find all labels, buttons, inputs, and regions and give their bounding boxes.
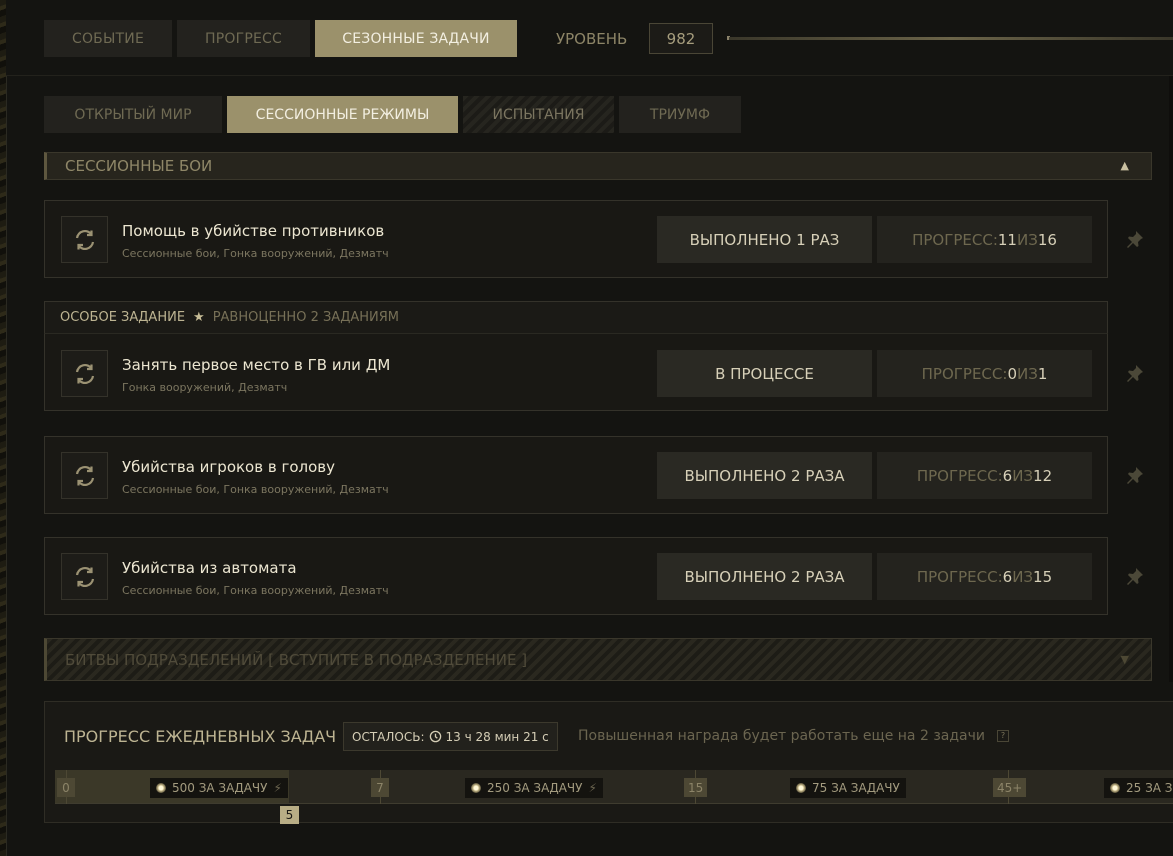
reward-label: 75 за задачу bbox=[812, 781, 900, 795]
task-card: Убийства из автомата Сессионные бои, Гон… bbox=[44, 537, 1108, 615]
special-task-label: Особое задание bbox=[60, 310, 186, 325]
level-progress-line bbox=[729, 37, 1173, 40]
track-baseline bbox=[55, 803, 1173, 804]
milestone-marker: 45+ bbox=[993, 778, 1027, 797]
coin-icon bbox=[1110, 783, 1120, 793]
refresh-icon[interactable] bbox=[61, 553, 108, 600]
milestone-marker: 0 bbox=[57, 778, 75, 797]
task-card: Убийства игроков в голову Сессионные бои… bbox=[44, 436, 1108, 514]
subtab-challenges[interactable]: Испытания bbox=[463, 96, 614, 133]
pin-icon[interactable] bbox=[1125, 465, 1145, 485]
star-icon: ★ bbox=[193, 310, 205, 325]
task-progress: Прогресс: 11 из 16 bbox=[877, 216, 1092, 263]
task-name: Помощь в убийстве противников bbox=[122, 222, 385, 240]
milestone-marker: 15 bbox=[684, 778, 708, 797]
help-icon[interactable]: ? bbox=[996, 730, 1009, 742]
current-progress-marker: 5 bbox=[280, 806, 299, 824]
pin-icon[interactable] bbox=[1125, 566, 1145, 586]
special-task-equiv: Равноценно 2 заданиям bbox=[212, 310, 399, 325]
task-modes: Сессионные бои, Гонка вооружений, Дезмат… bbox=[122, 247, 389, 260]
boost-bolt-icon: ⚡ bbox=[588, 781, 597, 795]
subtab-session-modes[interactable]: Сессионные режимы bbox=[227, 96, 458, 133]
task-progress: Прогресс: 0 из 1 bbox=[877, 350, 1092, 397]
reward-label: 25 за з bbox=[1126, 781, 1173, 795]
daily-progress-title: Прогресс ежедневных задач bbox=[64, 727, 337, 746]
task-card: Помощь в убийстве противников Сессионные… bbox=[44, 200, 1108, 278]
section-title: Битвы подразделений [ Вступите в подразд… bbox=[65, 650, 528, 669]
refresh-icon[interactable] bbox=[61, 350, 108, 397]
refresh-icon[interactable] bbox=[61, 216, 108, 263]
task-status: Выполнено 2 раза bbox=[657, 452, 872, 499]
reward-label: 250 за задачу bbox=[487, 781, 583, 795]
time-remaining-badge: Осталось: 13 ч 28 мин 21 с bbox=[343, 722, 558, 751]
pin-icon[interactable] bbox=[1125, 363, 1145, 383]
task-status: В процессе bbox=[657, 350, 872, 397]
reward-label: 500 за задачу bbox=[172, 781, 268, 795]
tab-event[interactable]: Событие bbox=[44, 20, 172, 57]
level-value: 982 bbox=[649, 23, 713, 54]
expand-arrow-icon[interactable]: ▼ bbox=[1121, 653, 1129, 666]
task-modes: Сессионные бои, Гонка вооружений, Дезмат… bbox=[122, 483, 389, 496]
refresh-icon[interactable] bbox=[61, 452, 108, 499]
reward-tier[interactable]: 25 за з bbox=[1104, 778, 1173, 798]
task-modes: Сессионные бои, Гонка вооружений, Дезмат… bbox=[122, 584, 389, 597]
level-label: Уровень bbox=[556, 30, 628, 48]
tab-season-tasks[interactable]: Сезонные задачи bbox=[315, 20, 517, 57]
boost-text: Повышенная награда будет работать еще на… bbox=[578, 728, 985, 744]
special-task-header: Особое задание ★ Равноценно 2 заданиям bbox=[44, 301, 1108, 333]
tab-progress[interactable]: Прогресс bbox=[177, 20, 310, 57]
task-card: Занять первое место в ГВ или ДМ Гонка во… bbox=[44, 333, 1108, 411]
task-status: Выполнено 1 раз bbox=[657, 216, 872, 263]
task-progress: Прогресс: 6 из 15 bbox=[877, 553, 1092, 600]
remaining-time: 13 ч 28 мин 21 с bbox=[445, 729, 549, 744]
pin-icon[interactable] bbox=[1125, 229, 1145, 249]
subtab-triumph[interactable]: Триумф bbox=[619, 96, 741, 133]
coin-icon bbox=[796, 783, 806, 793]
clock-icon bbox=[429, 730, 441, 743]
milestone-marker: 7 bbox=[371, 778, 389, 797]
boost-bolt-icon: ⚡ bbox=[273, 781, 282, 795]
section-title: Сессионные бои bbox=[65, 157, 213, 175]
daily-progress-panel: Прогресс ежедневных задач Осталось: 13 ч… bbox=[44, 701, 1173, 824]
collapse-arrow-icon[interactable]: ▲ bbox=[1121, 159, 1129, 172]
coin-icon bbox=[156, 783, 166, 793]
task-name: Убийства из автомата bbox=[122, 559, 297, 577]
window-edge bbox=[1169, 76, 1173, 682]
section-header-unit-battles[interactable]: Битвы подразделений [ Вступите в подразд… bbox=[44, 638, 1152, 681]
reward-tier[interactable]: 500 за задачу ⚡ bbox=[150, 778, 288, 798]
task-name: Занять первое место в ГВ или ДМ bbox=[122, 356, 391, 374]
task-modes: Гонка вооружений, Дезматч bbox=[122, 381, 288, 394]
reward-tier[interactable]: 75 за задачу bbox=[790, 778, 906, 798]
reward-tier[interactable]: 250 за задачу ⚡ bbox=[465, 778, 603, 798]
task-status: Выполнено 2 раза bbox=[657, 553, 872, 600]
remaining-label: Осталось: bbox=[352, 729, 425, 744]
coin-icon bbox=[471, 783, 481, 793]
section-header-session-battles[interactable]: Сессионные бои ▲ bbox=[44, 152, 1152, 180]
task-progress: Прогресс: 6 из 12 bbox=[877, 452, 1092, 499]
subtab-open-world[interactable]: Открытый мир bbox=[44, 96, 222, 133]
task-name: Убийства игроков в голову bbox=[122, 458, 335, 476]
boost-info: Повышенная награда будет работать еще на… bbox=[578, 728, 1009, 744]
